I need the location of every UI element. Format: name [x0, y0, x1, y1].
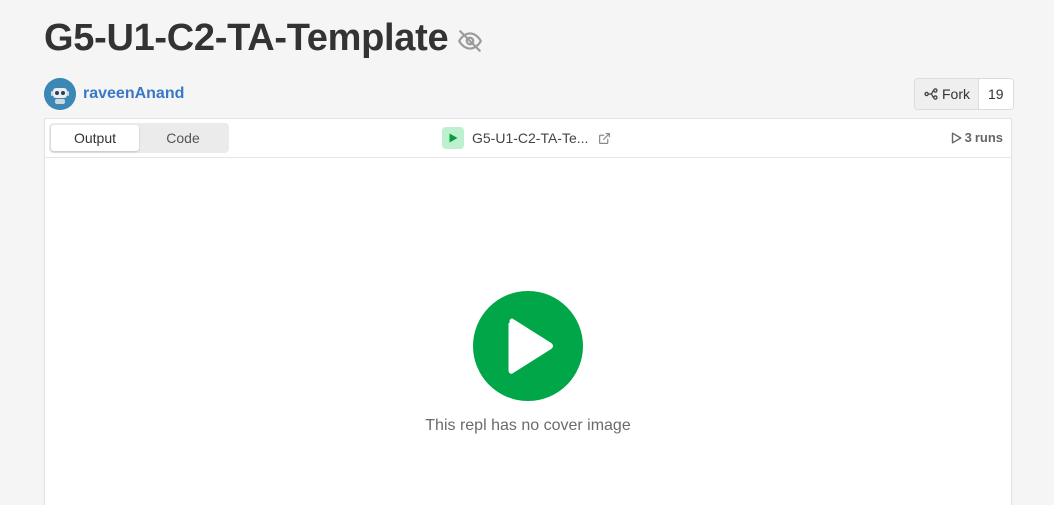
title-row: G5-U1-C2-TA-Template: [44, 12, 484, 64]
repl-panel: Output Code G5-U1-C2-TA-Te... 3 runs Thi…: [44, 118, 1012, 505]
cover-message: This repl has no cover image: [425, 417, 631, 434]
play-icon: [500, 316, 556, 376]
fork-count[interactable]: 19: [979, 79, 1013, 109]
runs-label: runs: [974, 130, 1003, 145]
avatar[interactable]: [44, 78, 76, 110]
fork-icon: [924, 87, 938, 101]
view-toggle: Output Code: [49, 123, 229, 153]
runs-count: 3: [964, 130, 972, 145]
run-cover-button[interactable]: [473, 291, 583, 401]
play-outline-icon: [951, 132, 962, 144]
author-link[interactable]: raveenAnand: [83, 85, 184, 103]
repl-link[interactable]: G5-U1-C2-TA-Te...: [442, 127, 611, 149]
play-icon: [442, 127, 464, 149]
runs-counter: 3 runs: [951, 130, 1003, 145]
external-link-icon[interactable]: [598, 132, 611, 145]
page-title: G5-U1-C2-TA-Template: [44, 16, 449, 59]
fork-label: Fork: [942, 86, 970, 102]
tab-output[interactable]: Output: [51, 125, 139, 151]
eye-off-icon[interactable]: [456, 27, 484, 55]
fork-group: Fork 19: [914, 78, 1014, 110]
repl-name: G5-U1-C2-TA-Te...: [472, 130, 589, 146]
fork-button[interactable]: Fork: [915, 79, 979, 109]
panel-header: Output Code G5-U1-C2-TA-Te... 3 runs: [45, 119, 1011, 158]
cover-area: This repl has no cover image: [45, 158, 1011, 505]
repl-page: G5-U1-C2-TA-Template raveenAnand Fork 19…: [0, 0, 1054, 505]
tab-code[interactable]: Code: [139, 125, 227, 151]
author-row: raveenAnand: [44, 78, 184, 110]
